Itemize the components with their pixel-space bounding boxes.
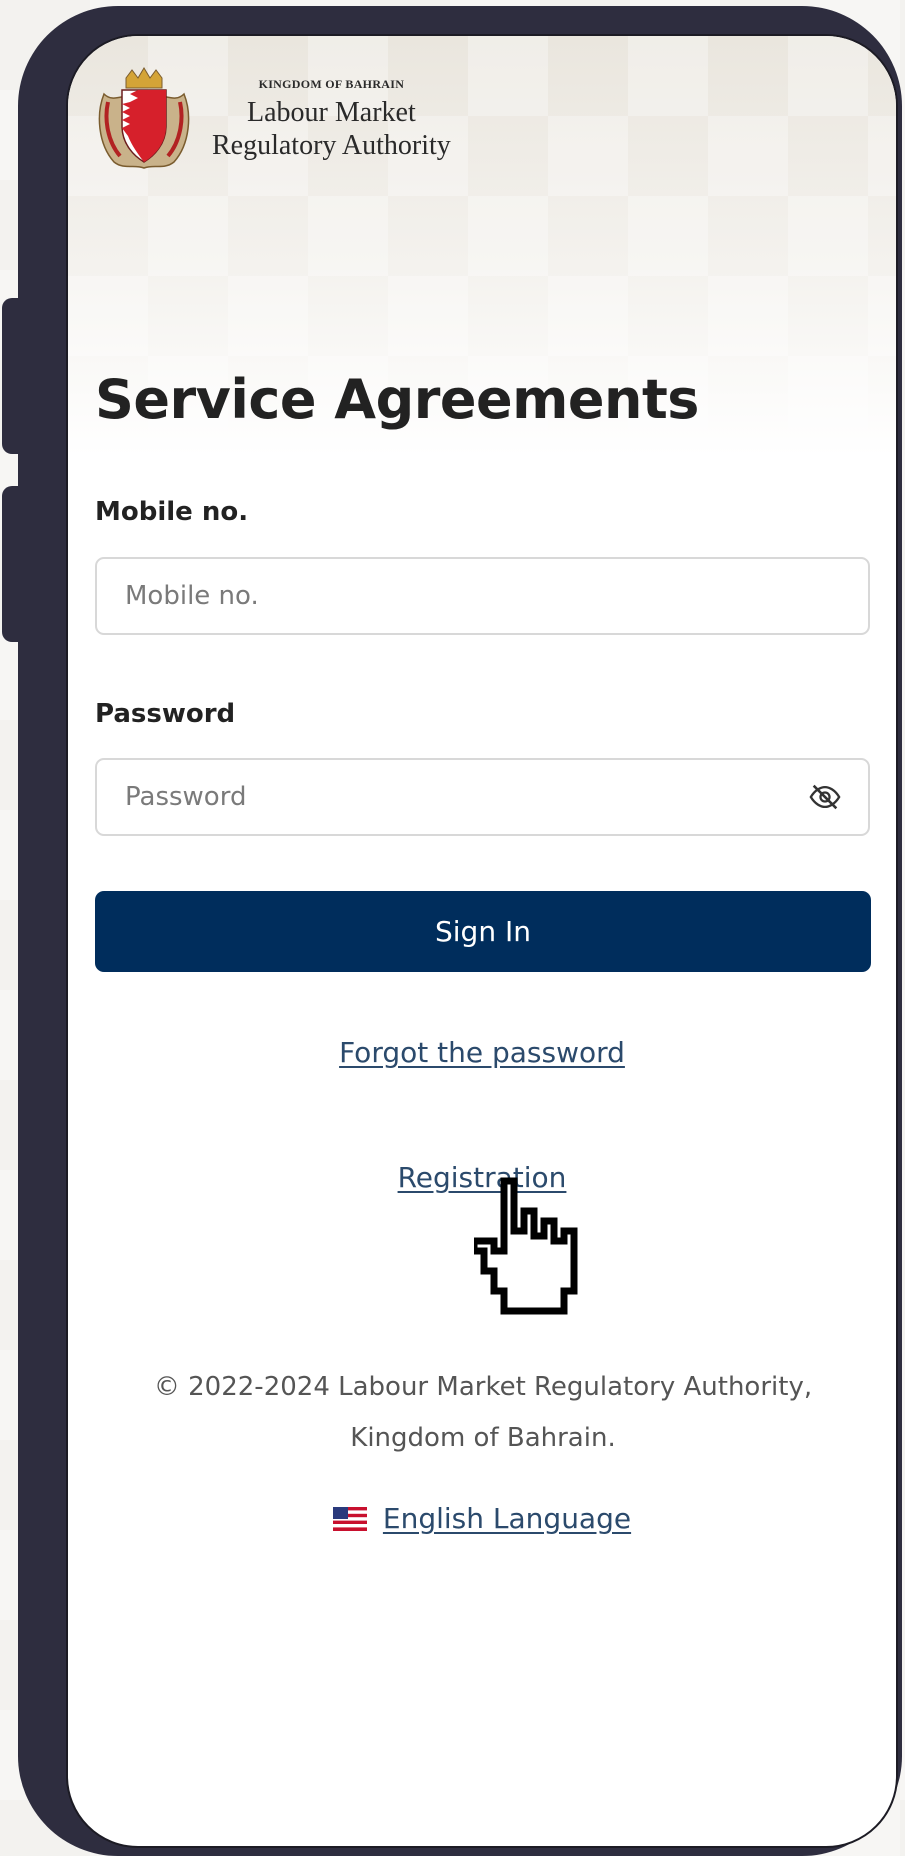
brand-logo: KINGDOM OF BAHRAIN Labour Market Regulat…	[94, 64, 451, 174]
password-input[interactable]	[123, 781, 808, 813]
password-label: Password	[95, 699, 236, 729]
copyright-line-1: © 2022-2024 Labour Market Regulatory Aut…	[153, 1372, 813, 1402]
mobile-field-container[interactable]	[95, 557, 870, 635]
bahrain-emblem-icon	[98, 67, 190, 169]
brand-kingdom: KINGDOM OF BAHRAIN	[258, 76, 405, 91]
copyright-text: © 2022-2024 Labour Market Regulatory Aut…	[108, 1362, 858, 1464]
phone-screen: KINGDOM OF BAHRAIN Labour Market Regulat…	[66, 34, 898, 1848]
brand-text: KINGDOM OF BAHRAIN Labour Market Regulat…	[212, 77, 451, 162]
us-flag-icon	[332, 1506, 367, 1531]
language-switcher[interactable]: English Language	[68, 1502, 896, 1535]
english-language-link[interactable]: English Language	[383, 1502, 631, 1535]
brand-name-line2: Regulatory Authority	[212, 129, 451, 161]
copyright-line-2: Kingdom of Bahrain.	[350, 1423, 616, 1453]
page-title: Service Agreements	[95, 368, 699, 431]
hand-pointer-icon	[474, 1177, 578, 1315]
brand-name-line1: Labour Market	[247, 96, 416, 128]
sign-in-button[interactable]: Sign In	[95, 891, 871, 972]
mobile-input[interactable]	[123, 580, 842, 612]
phone-frame: KINGDOM OF BAHRAIN Labour Market Regulat…	[18, 6, 902, 1856]
eye-slash-icon[interactable]	[808, 780, 842, 814]
password-field-container[interactable]	[95, 758, 870, 836]
mobile-label: Mobile no.	[95, 497, 249, 527]
forgot-password-link[interactable]: Forgot the password	[68, 1036, 896, 1069]
